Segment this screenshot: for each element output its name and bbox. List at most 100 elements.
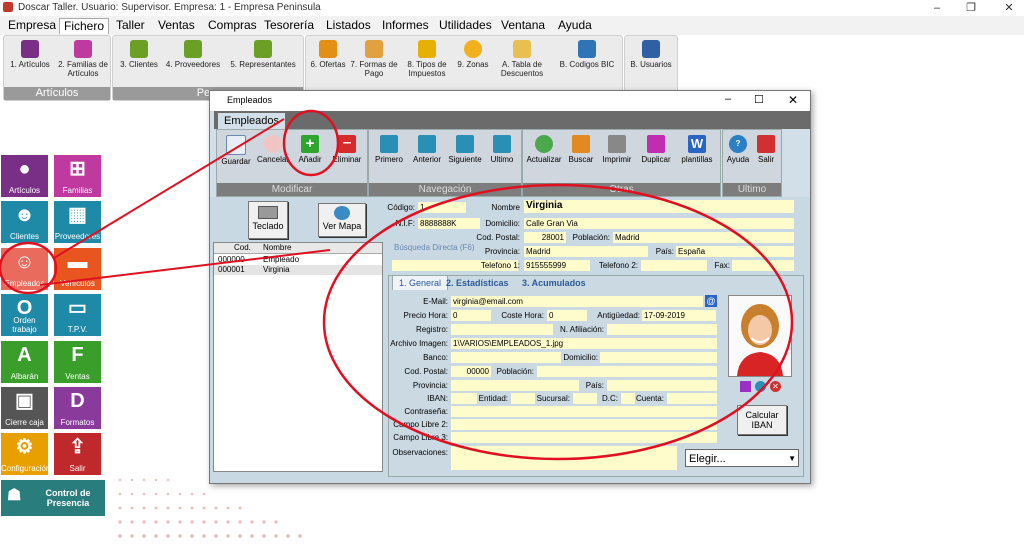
banco-cp-field[interactable]: 00000 [451,366,491,377]
tile-vehiculos[interactable]: ▬ Vehículos [54,248,101,290]
tile-ventas[interactable]: F Ventas [54,341,101,383]
subtab-acumulados[interactable]: 3. Acumulados [522,277,586,289]
provincia-field[interactable]: Madrid [524,246,648,257]
tile-empleados[interactable]: ☺ Empleados [1,248,48,290]
camera-icon[interactable] [755,381,766,392]
archivo-imagen-field[interactable]: 1\VARIOS\EMPLEADOS_1.jpg [451,338,717,349]
menu-fichero[interactable]: Fichero [59,18,110,34]
zonas-button[interactable]: 9. Zonas [456,40,490,69]
tile-salir[interactable]: ⇪ Salir [54,433,101,475]
campo-libre-3-field[interactable] [451,432,717,443]
list-item[interactable]: 000000 Empleado [214,255,382,265]
minimize-icon[interactable]: – [922,0,952,16]
dialog-maximize-icon[interactable]: ☐ [754,93,764,106]
anadir-button[interactable]: + Añadir [293,135,327,164]
entidad-field[interactable] [511,393,535,404]
fax-field[interactable] [732,260,794,271]
open-image-icon[interactable] [740,381,751,392]
articulos-button[interactable]: 1. Artículos [6,40,54,69]
subtab-estadisticas[interactable]: 2. Estadísticas [446,277,509,289]
banco-poblacion-field[interactable] [537,366,717,377]
anterior-button[interactable]: Anterior [409,135,445,164]
banco-field[interactable] [451,352,561,363]
restore-icon[interactable]: ❐ [956,0,986,16]
teclado-button[interactable]: Teclado [248,201,288,239]
cancelar-button[interactable]: Cancelar [255,135,291,164]
imprimir-button[interactable]: Imprimir [599,135,635,164]
menu-taller[interactable]: Taller [112,18,149,33]
registro-field[interactable] [451,324,553,335]
codigo-field[interactable]: 1 [418,202,466,213]
menu-informes[interactable]: Informes [378,18,433,33]
poblacion-field[interactable]: Madrid [613,232,794,243]
menu-utilidades[interactable]: Utilidades [435,18,496,33]
ofertas-button[interactable]: 6. Ofertas [308,40,348,69]
duplicar-button[interactable]: Duplicar [637,135,675,164]
tile-cierre-caja[interactable]: ▣ Cierre caja [1,387,48,429]
eliminar-button[interactable]: – Eliminar [329,135,365,165]
telefono1-field[interactable]: 915555999 [524,260,590,271]
tile-articulos[interactable]: ● Artículos [1,155,48,197]
actualizar-button[interactable]: Actualizar [525,135,563,164]
representantes-button[interactable]: 5. Representantes [225,40,301,69]
empleados-list[interactable]: Cod. Nombre 000000 Empleado 000001 Virgi… [213,242,383,472]
campo-libre-2-field[interactable] [451,419,717,430]
dialog-minimize-icon[interactable]: – [725,93,731,105]
familias-button[interactable]: 2. Familias de Artículos [56,40,110,78]
sucursal-field[interactable] [573,393,597,404]
contrasena-field[interactable] [451,406,717,417]
delete-image-icon[interactable]: ✕ [770,381,781,392]
guardar-button[interactable]: Guardar [219,135,253,166]
tile-control-presencia[interactable]: ☗ Control de Presencia [1,480,105,516]
cp-field[interactable]: 28001 [524,232,566,243]
nombre-field[interactable]: Virginia [524,200,794,213]
dialog-close-icon[interactable]: ✕ [788,93,798,107]
banco-pais-field[interactable] [607,380,717,391]
tile-familias[interactable]: ⊞ Familias [54,155,101,197]
clientes-button[interactable]: 3. Clientes [115,40,163,69]
plantillas-button[interactable]: Wplantillas [677,135,717,164]
tipos-impuestos-button[interactable]: 8. Tipos de Impuestos [400,40,454,78]
precio-hora-field[interactable]: 0 [451,310,491,321]
ayuda-button[interactable]: ? Ayuda [725,135,751,164]
buscar-button[interactable]: Buscar [565,135,597,164]
tile-clientes[interactable]: ☻ Clientes [1,201,48,243]
email-at-icon[interactable]: @ [705,295,717,307]
menu-ventana[interactable]: Ventana [497,18,549,33]
elegir-select[interactable]: Elegir... ▼ [685,449,799,467]
proveedores-button[interactable]: 4. Proveedores [163,40,223,69]
subtab-general[interactable]: 1. General [392,275,449,290]
menu-compras[interactable]: Compras [204,18,261,33]
tile-formatos[interactable]: D Formatos [54,387,101,429]
tile-tpv[interactable]: ▭ T.P.V. [54,294,101,336]
menu-empresa[interactable]: Empresa [4,18,60,33]
calcular-iban-button[interactable]: Calcular IBAN [737,405,787,435]
iban-field[interactable] [451,393,477,404]
coste-hora-field[interactable]: 0 [547,310,587,321]
tile-configuracion[interactable]: ⚙ Configuración [1,433,50,475]
menu-ayuda[interactable]: Ayuda [554,18,596,33]
telefono2-field[interactable] [641,260,707,271]
formas-pago-button[interactable]: 7. Formas de Pago [350,40,398,78]
banco-domicilio-field[interactable] [600,352,717,363]
tab-empleados[interactable]: Empleados [218,113,286,129]
siguiente-button[interactable]: Siguiente [447,135,483,164]
antiguedad-field[interactable]: 17-09-2019 [642,310,716,321]
pais-field[interactable]: España [676,246,794,257]
tile-albaran[interactable]: A Albarán [1,341,48,383]
tabla-descuentos-button[interactable]: A. Tabla de Descuentos [492,40,552,78]
ver-mapa-button[interactable]: Ver Mapa [318,203,366,237]
email-field[interactable]: virginia@email.com [451,296,703,307]
salir-button[interactable]: Salir [753,135,779,164]
banco-provincia-field[interactable] [451,380,579,391]
menu-tesoreria[interactable]: Tesorería [260,18,318,33]
tile-orden-trabajo[interactable]: O Orden trabajo [1,294,48,336]
primero-button[interactable]: Primero [371,135,407,164]
domicilio-field[interactable]: Calle Gran Via [524,218,794,229]
cuenta-field[interactable] [667,393,717,404]
usuarios-button[interactable]: B. Usuarios [627,40,675,69]
list-item[interactable]: 000001 Virginia [214,265,382,275]
close-icon[interactable]: ✕ [994,0,1024,16]
dc-field[interactable] [621,393,635,404]
afiliacion-field[interactable] [607,324,717,335]
